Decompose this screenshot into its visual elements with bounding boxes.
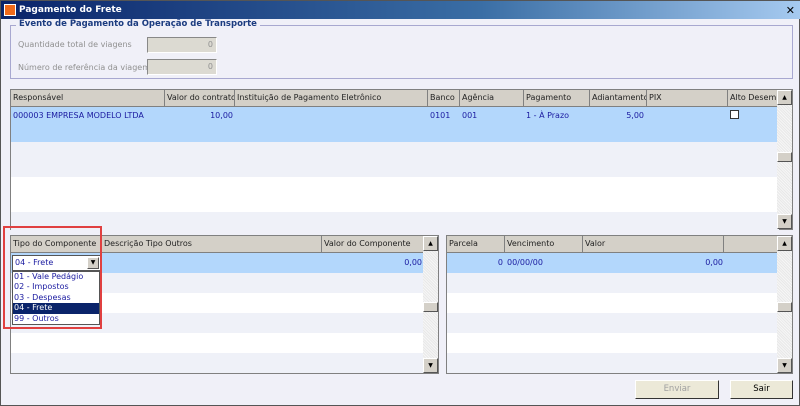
col-header[interactable]: Agência xyxy=(460,90,524,107)
table-row xyxy=(447,313,778,333)
col-header[interactable]: Instituição de Pagamento Eletrônico xyxy=(235,90,428,107)
cell-valor: 0,00 xyxy=(705,258,723,267)
app-icon xyxy=(4,4,16,16)
cell-valor-componente: 0,00 xyxy=(404,258,422,267)
responsible-grid: Responsável Valor do contrato Instituiçã… xyxy=(10,89,793,230)
table-row[interactable]: 000003 EMPRESA MODELO LTDA 10,00 0101 00… xyxy=(11,107,779,142)
cell-banco: 0101 xyxy=(430,111,451,120)
installments-grid: Parcela Vencimento Valor 0 00/00/00 0,00… xyxy=(446,235,793,374)
cell-pagamento: 1 - À Prazo xyxy=(526,111,570,120)
cell-agencia: 001 xyxy=(462,111,478,120)
scroll-thumb[interactable] xyxy=(777,302,792,312)
cell-parcela: 0 xyxy=(497,258,503,267)
cell-adiantamento: 5,00 xyxy=(626,111,644,120)
trips-total-input[interactable]: 0 xyxy=(147,37,217,53)
cell-valor: 10,00 xyxy=(210,111,233,120)
table-row[interactable]: 0 00/00/00 0,00 xyxy=(447,253,778,273)
exit-button[interactable]: Sair xyxy=(730,380,793,399)
cell-responsavel: 000003 EMPRESA MODELO LTDA xyxy=(13,111,144,120)
col-header[interactable]: Valor do Componente xyxy=(322,236,424,253)
highlight-box xyxy=(3,226,102,329)
payment-window: Pagamento do Frete ✕ Evento de Pagamento… xyxy=(0,0,800,406)
table-row xyxy=(11,353,424,373)
scroll-up-icon[interactable]: ▲ xyxy=(423,236,438,251)
group-title: Evento de Pagamento da Operação de Trans… xyxy=(16,19,260,29)
window-title: Pagamento do Frete xyxy=(19,5,122,15)
scrollbar[interactable]: ▲ ▼ xyxy=(423,236,438,373)
col-header[interactable]: PIX xyxy=(647,90,728,107)
table-row xyxy=(11,212,779,230)
send-button[interactable]: Enviar xyxy=(635,380,719,399)
col-header[interactable]: Pagamento xyxy=(524,90,590,107)
scrollbar[interactable]: ▲ ▼ xyxy=(777,90,792,229)
scroll-thumb[interactable] xyxy=(423,302,438,312)
table-row xyxy=(11,142,779,177)
scroll-down-icon[interactable]: ▼ xyxy=(777,214,792,229)
alto-desemp-checkbox[interactable] xyxy=(730,110,739,119)
scroll-thumb[interactable] xyxy=(777,152,792,162)
close-icon[interactable]: ✕ xyxy=(786,2,795,20)
col-header[interactable]: Vencimento xyxy=(505,236,583,253)
scroll-down-icon[interactable]: ▼ xyxy=(423,358,438,373)
table-row xyxy=(447,273,778,293)
col-header[interactable]: Valor do contrato xyxy=(165,90,235,107)
col-header[interactable]: Alto Desemp xyxy=(728,90,779,107)
col-header[interactable]: Adiantamento xyxy=(590,90,647,107)
col-header[interactable]: Descrição Tipo Outros xyxy=(102,236,322,253)
col-header[interactable]: Banco xyxy=(428,90,460,107)
trips-total-label: Quantidade total de viagens xyxy=(18,40,132,49)
scroll-up-icon[interactable]: ▲ xyxy=(777,236,792,251)
title-bar: Pagamento do Frete ✕ xyxy=(1,1,800,19)
scroll-down-icon[interactable]: ▼ xyxy=(777,358,792,373)
trip-ref-label: Número de referência da viagem xyxy=(18,63,150,72)
col-header[interactable]: Valor xyxy=(583,236,724,253)
table-row xyxy=(447,353,778,373)
col-header[interactable]: Parcela xyxy=(447,236,505,253)
cell-vencimento: 00/00/00 xyxy=(507,258,543,267)
scrollbar[interactable]: ▲ ▼ xyxy=(777,236,792,373)
trip-ref-input[interactable]: 0 xyxy=(147,59,217,75)
col-header[interactable] xyxy=(724,236,779,253)
scroll-up-icon[interactable]: ▲ xyxy=(777,90,792,105)
col-header[interactable]: Responsável xyxy=(11,90,165,107)
